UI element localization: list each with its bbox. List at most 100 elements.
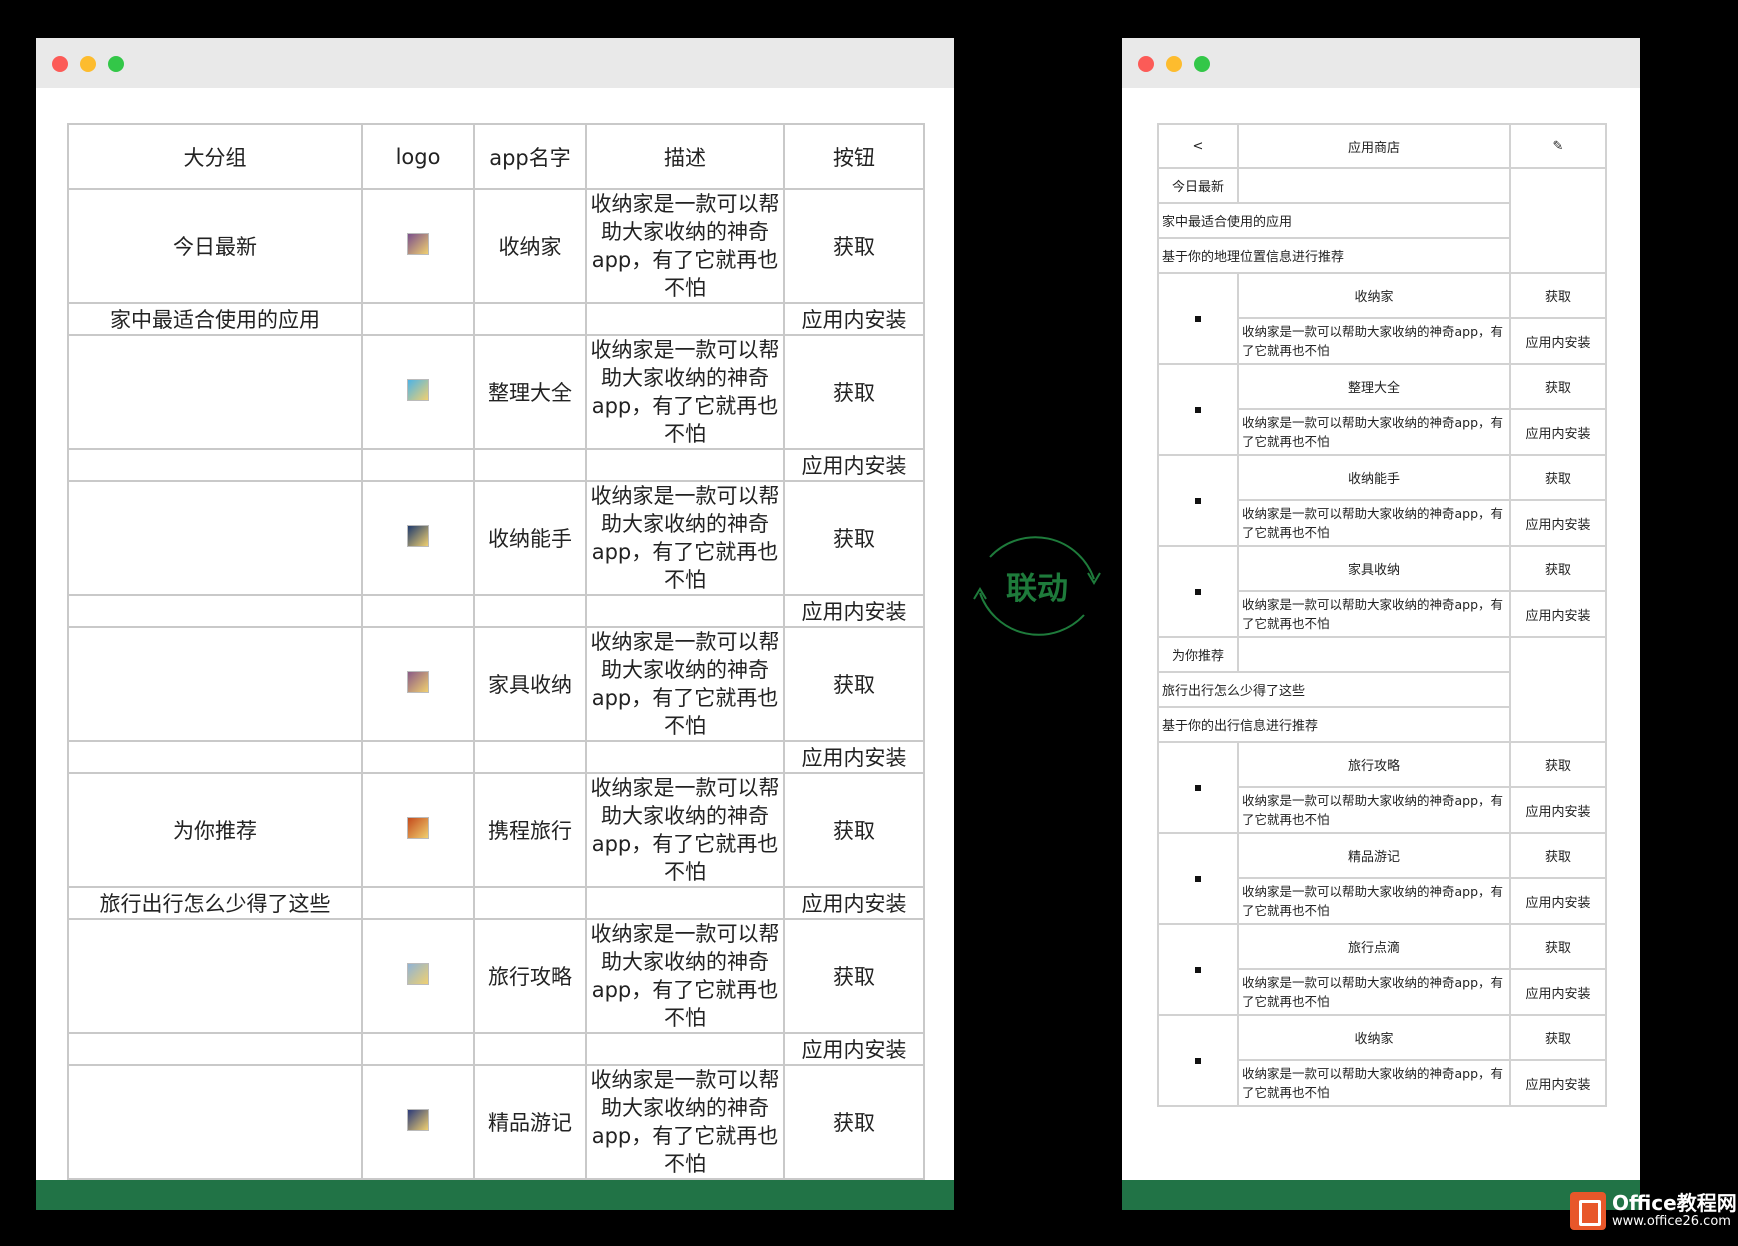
link-label: 联动 — [1006, 571, 1068, 607]
app-description: 收纳家是一款可以帮助大家收纳的神奇app，有了它就再也不怕 — [1237, 499, 1511, 547]
brand-url: www.office26.com — [1612, 1214, 1731, 1229]
app-header: < 应用商店 ✎ — [1157, 123, 1607, 169]
section-title: 为你推荐 — [1157, 636, 1239, 673]
table-row: 旅行出行怎么少得了这些 应用内安装 — [67, 886, 925, 920]
app-row: 整理大全 获取 — [1157, 363, 1607, 456]
app-logo-cell — [1157, 832, 1239, 925]
app-name-cell: 携程旅行 — [473, 772, 587, 888]
description-cell: 收纳家是一款可以帮助大家收纳的神奇app，有了它就再也不怕 — [585, 480, 785, 596]
subgroup-cell — [67, 740, 363, 774]
table-row: 应用内安装 — [67, 1032, 925, 1066]
empty-cell — [361, 886, 475, 920]
close-icon[interactable] — [1138, 56, 1154, 72]
app-row: 收纳能手 获取 — [1157, 454, 1607, 547]
install-button[interactable]: 应用内安装 — [783, 1032, 925, 1066]
group-cell — [67, 480, 363, 596]
get-button[interactable]: 获取 — [783, 480, 925, 596]
app-logo-cell — [1157, 454, 1239, 547]
app-name: 收纳家 — [1237, 272, 1511, 319]
table-row: 精品游记 收纳家是一款可以帮助大家收纳的神奇app，有了它就再也不怕 获取 — [67, 1064, 925, 1180]
subgroup-cell: 旅行出行怎么少得了这些 — [67, 886, 363, 920]
install-button[interactable]: 应用内安装 — [783, 594, 925, 628]
install-button[interactable]: 应用内安装 — [1509, 408, 1607, 456]
app-logo-icon — [1195, 498, 1201, 504]
maximize-icon[interactable] — [1194, 56, 1210, 72]
get-button[interactable]: 获取 — [783, 626, 925, 742]
install-button[interactable]: 应用内安装 — [783, 448, 925, 482]
table-row: 旅行攻略 收纳家是一款可以帮助大家收纳的神奇app，有了它就再也不怕 获取 — [67, 918, 925, 1034]
table-header: 大分组 logo app名字 描述 按钮 — [67, 123, 925, 190]
install-button[interactable]: 应用内安装 — [1509, 877, 1607, 925]
install-button[interactable]: 应用内安装 — [1509, 786, 1607, 834]
empty-cell — [361, 594, 475, 628]
get-button[interactable]: 获取 — [1509, 741, 1607, 788]
app-name: 整理大全 — [1237, 363, 1511, 410]
empty-cell — [473, 1032, 587, 1066]
app-row: 收纳家 获取 — [1157, 1014, 1607, 1107]
empty-cell — [585, 594, 785, 628]
page-title: 应用商店 — [1237, 123, 1511, 169]
section-title: 今日最新 — [1157, 167, 1239, 204]
empty-cell — [585, 1032, 785, 1066]
app-name: 家具收纳 — [1237, 545, 1511, 592]
office-icon — [1570, 1192, 1606, 1230]
description-cell: 收纳家是一款可以帮助大家收纳的神奇app，有了它就再也不怕 — [585, 772, 785, 888]
app-name-cell: 精品游记 — [473, 1064, 587, 1180]
install-button[interactable]: 应用内安装 — [1509, 968, 1607, 1016]
get-button[interactable]: 获取 — [783, 334, 925, 450]
group-cell: 为你推荐 — [67, 772, 363, 888]
app-logo-icon — [1195, 1058, 1201, 1064]
get-button[interactable]: 获取 — [1509, 832, 1607, 879]
install-button[interactable]: 应用内安装 — [783, 886, 925, 920]
app-description: 收纳家是一款可以帮助大家收纳的神奇app，有了它就再也不怕 — [1237, 590, 1511, 638]
right-window: < 应用商店 ✎ 今日最新 家中最适合使用的应用 基于你的地理位置信息进行推荐 收纳家… — [1122, 38, 1640, 1210]
get-button[interactable]: 获取 — [783, 1064, 925, 1180]
minimize-icon[interactable] — [80, 56, 96, 72]
install-button[interactable]: 应用内安装 — [1509, 590, 1607, 638]
app-logo-cell — [1157, 741, 1239, 834]
get-button[interactable]: 获取 — [1509, 272, 1607, 319]
brand-name: Office教程网 — [1612, 1191, 1737, 1215]
install-button[interactable]: 应用内安装 — [1509, 499, 1607, 547]
app-name-cell: 家具收纳 — [473, 626, 587, 742]
subgroup-cell — [67, 1032, 363, 1066]
empty-cell — [585, 448, 785, 482]
status-bar — [1122, 1180, 1640, 1210]
close-icon[interactable] — [52, 56, 68, 72]
column-header: app名字 — [473, 123, 587, 190]
logo-cell — [361, 334, 475, 450]
maximize-icon[interactable] — [108, 56, 124, 72]
section-row: 为你推荐 — [1157, 636, 1607, 743]
logo-cell — [361, 188, 475, 304]
empty-cell — [1237, 636, 1511, 673]
app-description: 收纳家是一款可以帮助大家收纳的神奇app，有了它就再也不怕 — [1237, 1059, 1511, 1107]
logo-cell — [361, 480, 475, 596]
empty-cell — [585, 740, 785, 774]
app-description: 收纳家是一款可以帮助大家收纳的神奇app，有了它就再也不怕 — [1237, 877, 1511, 925]
title-bar — [1122, 38, 1640, 88]
app-description: 收纳家是一款可以帮助大家收纳的神奇app，有了它就再也不怕 — [1237, 968, 1511, 1016]
app-name: 收纳家 — [1237, 1014, 1511, 1061]
app-name: 旅行攻略 — [1237, 741, 1511, 788]
install-button[interactable]: 应用内安装 — [783, 302, 925, 336]
get-button[interactable]: 获取 — [783, 188, 925, 304]
get-button[interactable]: 获取 — [1509, 363, 1607, 410]
app-logo-icon — [407, 670, 429, 693]
install-button[interactable]: 应用内安装 — [783, 740, 925, 774]
back-button[interactable]: < — [1157, 123, 1239, 169]
get-button[interactable]: 获取 — [1509, 454, 1607, 501]
get-button[interactable]: 获取 — [783, 772, 925, 888]
get-button[interactable]: 获取 — [783, 918, 925, 1034]
get-button[interactable]: 获取 — [1509, 923, 1607, 970]
empty-cell — [361, 740, 475, 774]
install-button[interactable]: 应用内安装 — [1509, 1059, 1607, 1107]
edit-icon[interactable]: ✎ — [1509, 123, 1607, 169]
get-button[interactable]: 获取 — [1509, 545, 1607, 592]
app-logo-icon — [1195, 967, 1201, 973]
install-button[interactable]: 应用内安装 — [1509, 317, 1607, 365]
group-cell — [67, 334, 363, 450]
get-button[interactable]: 获取 — [1509, 1014, 1607, 1061]
app-logo-icon — [1195, 407, 1201, 413]
minimize-icon[interactable] — [1166, 56, 1182, 72]
logo-cell — [361, 1064, 475, 1180]
